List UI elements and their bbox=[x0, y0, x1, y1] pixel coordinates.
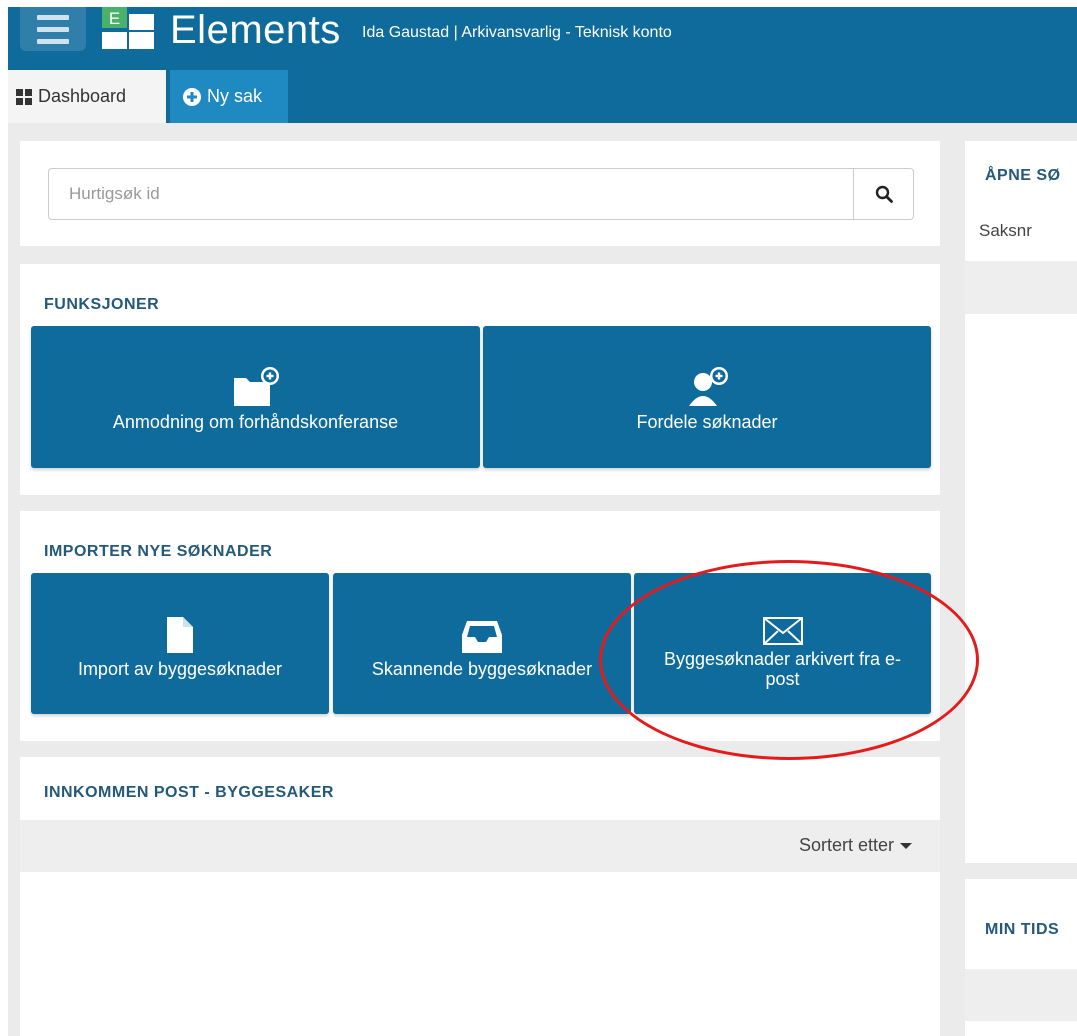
innkommen-post-title: INNKOMMEN POST - BYGGESAKER bbox=[44, 784, 334, 801]
skannende-byggesoknader-button[interactable]: Skannende byggesøknader bbox=[333, 573, 631, 714]
sort-dropdown[interactable]: Sortert etter bbox=[799, 835, 912, 856]
app-frame: E Elements Ida Gaustad | Arkivansvarlig … bbox=[8, 7, 1077, 1036]
innkommen-post-panel: INNKOMMEN POST - BYGGESAKER Sortert ette… bbox=[20, 757, 940, 1036]
funksjoner-title: FUNKSJONER bbox=[44, 296, 160, 313]
elements-logo-icon: E bbox=[102, 7, 154, 49]
import-byggesoknader-button[interactable]: Import av byggesøknader bbox=[31, 573, 329, 714]
tile-label: Fordele søknader bbox=[636, 412, 778, 432]
logo-letter: E bbox=[109, 9, 120, 28]
apne-soknader-title: ÅPNE SØ bbox=[985, 167, 1061, 184]
table-header-row bbox=[965, 261, 1077, 314]
funksjoner-panel: FUNKSJONER Anmodning om forhåndskonferan… bbox=[20, 264, 940, 495]
quick-search-panel bbox=[20, 141, 940, 246]
plus-circle-icon bbox=[183, 87, 201, 106]
importer-panel: IMPORTER NYE SØKNADER Import av byggesøk… bbox=[20, 511, 940, 741]
hamburger-icon-bar bbox=[37, 26, 69, 32]
sort-bar: Sortert etter bbox=[20, 820, 940, 872]
table-header-row bbox=[965, 969, 1077, 1021]
importer-title: IMPORTER NYE SØKNADER bbox=[44, 543, 273, 560]
search-icon bbox=[875, 185, 893, 203]
hamburger-icon-bar bbox=[37, 38, 69, 44]
sort-label: Sortert etter bbox=[798, 835, 894, 855]
tab-dashboard[interactable]: Dashboard bbox=[8, 70, 166, 123]
search-button[interactable] bbox=[853, 169, 913, 219]
top-header: E Elements Ida Gaustad | Arkivansvarlig … bbox=[8, 7, 1077, 123]
search-input[interactable] bbox=[49, 169, 855, 219]
tile-label: Anmodning om forhåndskonferanse bbox=[112, 412, 399, 432]
user-plus-icon bbox=[685, 362, 729, 408]
fordele-soknader-button[interactable]: Fordele søknader bbox=[483, 326, 931, 468]
search-box bbox=[48, 168, 914, 220]
menu-button[interactable] bbox=[20, 7, 86, 51]
envelope-icon bbox=[762, 599, 803, 645]
grid-icon bbox=[16, 88, 32, 105]
user-info: Ida Gaustad | Arkivansvarlig - Teknisk k… bbox=[362, 24, 672, 41]
folder-plus-icon bbox=[232, 362, 280, 408]
tile-label: Skannende byggesøknader bbox=[371, 658, 593, 679]
hamburger-icon-bar bbox=[37, 14, 69, 20]
apne-soknader-panel: ÅPNE SØ Saksnr bbox=[965, 141, 1077, 863]
caret-down-icon bbox=[900, 842, 912, 849]
app-title: Elements bbox=[170, 8, 341, 52]
anmodning-forhandskonferanse-button[interactable]: Anmodning om forhåndskonferanse bbox=[31, 326, 480, 468]
tab-ny-sak[interactable]: Ny sak bbox=[170, 70, 288, 123]
tile-label: Import av byggesøknader bbox=[77, 658, 283, 679]
tile-label: Byggesøknader arkivert fra e-post bbox=[663, 648, 902, 689]
byggesoknader-epost-button[interactable]: Byggesøknader arkivert fra e-post bbox=[634, 573, 931, 714]
min-tidslinje-panel: MIN TIDS bbox=[965, 879, 1077, 1036]
saksnr-column-header: Saksnr bbox=[979, 221, 1032, 240]
min-tid-title: MIN TIDS bbox=[985, 921, 1060, 938]
tab-dashboard-label: Dashboard bbox=[38, 86, 127, 106]
tab-ny-sak-label: Ny sak bbox=[207, 86, 263, 106]
inbox-icon bbox=[461, 609, 503, 655]
file-icon bbox=[165, 609, 195, 655]
